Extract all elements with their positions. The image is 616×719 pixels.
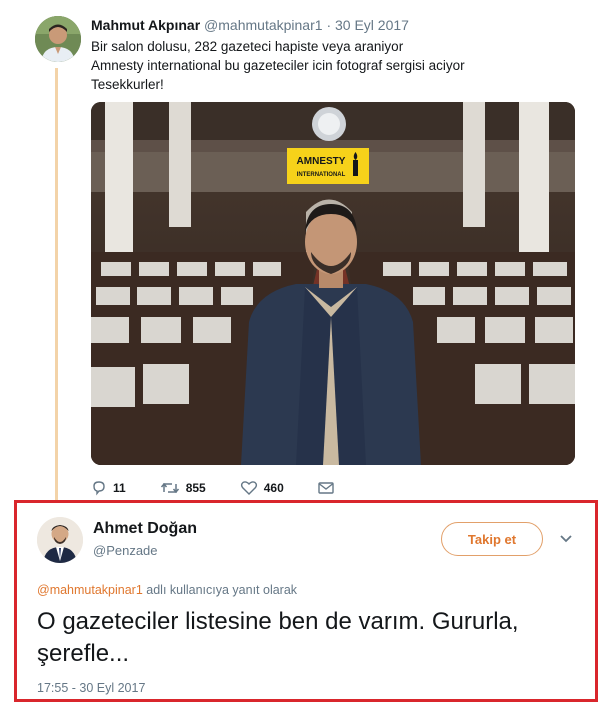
reply-context-text: adlı kullanıcıya yanıt olarak xyxy=(142,583,298,597)
like-action[interactable]: 460 xyxy=(240,480,284,496)
tweet-header: Mahmut Akpınar @mahmutakpinar1 · 30 Eyl … xyxy=(91,16,409,34)
tweet-text-line: Tesekkurler! xyxy=(91,77,164,92)
tweet-text-line: Amnesty international bu gazeteciler ici… xyxy=(91,58,465,73)
header-separator: · xyxy=(326,17,332,33)
like-count: 460 xyxy=(263,481,284,495)
reply-author-handle[interactable]: @Penzade xyxy=(93,543,158,558)
reply-text: O gazeteciler listesine ben de varım. Gu… xyxy=(37,608,519,667)
retweet-icon xyxy=(160,482,179,494)
chevron-down-icon xyxy=(560,535,572,543)
tweet-actions: 11 855 460 xyxy=(91,478,374,498)
author-handle[interactable]: @mahmutakpinar1 xyxy=(204,17,323,33)
more-options[interactable] xyxy=(559,531,573,549)
tweet-date[interactable]: 30 Eyl 2017 xyxy=(335,17,409,33)
message-action[interactable] xyxy=(318,481,340,495)
reply-timestamp[interactable]: 17:55 - 30 Eyl 2017 xyxy=(37,681,145,695)
retweet-count: 855 xyxy=(185,481,206,495)
banner-text-1: AMNESTY xyxy=(297,156,346,167)
highlighted-reply: Ahmet Doğan @Penzade Takip et @mahmutakp… xyxy=(14,500,598,702)
reply-count: 11 xyxy=(113,481,126,495)
banner-text-2: INTERNATIONAL xyxy=(297,172,346,178)
reply-author-name[interactable]: Ahmet Doğan xyxy=(93,520,197,538)
heart-icon xyxy=(240,481,257,495)
follow-button[interactable]: Takip et xyxy=(441,522,543,556)
avatar[interactable] xyxy=(37,517,83,563)
reply-icon xyxy=(93,481,105,496)
tweet-text: Bir salon dolusu, 282 gazeteci hapiste v… xyxy=(91,37,561,94)
retweet-action[interactable]: 855 xyxy=(160,480,206,496)
reply-mention-link[interactable]: @mahmutakpinar1 xyxy=(37,583,143,597)
author-name[interactable]: Mahmut Akpınar xyxy=(91,17,200,33)
reply-context: @mahmutakpinar1 adlı kullanıcıya yanıt o… xyxy=(37,583,297,597)
tweet-photo[interactable]: AMNESTY INTERNATIONAL xyxy=(91,102,575,465)
church-exhibition-photo: AMNESTY INTERNATIONAL xyxy=(91,102,575,465)
reply-action[interactable]: 11 xyxy=(91,480,126,496)
thread-connector-line xyxy=(55,68,58,510)
avatar[interactable] xyxy=(35,16,81,62)
message-icon xyxy=(318,482,334,494)
tweet-thread: Mahmut Akpınar @mahmutakpinar1 · 30 Eyl … xyxy=(0,0,616,719)
tweet-text-line: Bir salon dolusu, 282 gazeteci hapiste v… xyxy=(91,39,404,54)
